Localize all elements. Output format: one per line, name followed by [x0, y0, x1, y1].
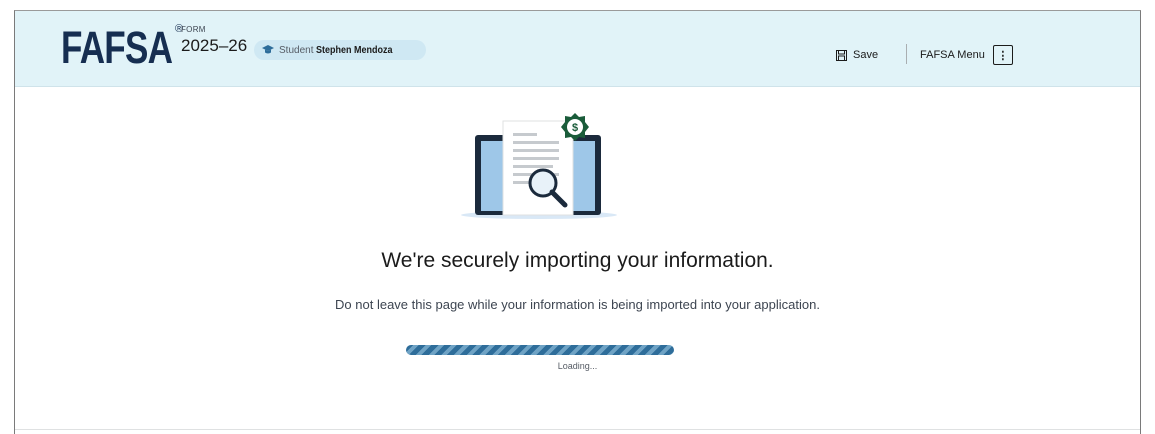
save-label: Save: [853, 49, 879, 61]
save-button[interactable]: Save: [836, 47, 878, 63]
vertical-dots-icon: ⋮: [992, 45, 1013, 65]
content-divider: [15, 429, 1140, 430]
app-frame: FAFSA ® FORM 2025–26 Student Stephen Men…: [14, 10, 1141, 434]
fafsa-menu-button[interactable]: FAFSA Menu ⋮: [920, 44, 1013, 66]
page-subtitle: Do not leave this page while your inform…: [335, 297, 820, 312]
save-icon: [836, 49, 847, 61]
laptop-document-magnifier-dollar-illustration: $: [461, 113, 617, 219]
student-name: Stephen Mendoza: [316, 44, 393, 56]
form-year: 2025–26: [181, 36, 248, 55]
student-badge: Student Stephen Mendoza: [254, 40, 426, 60]
form-label: FORM: [181, 25, 206, 34]
fafsa-menu-label: FAFSA Menu: [920, 49, 985, 61]
loading-label: Loading...: [557, 361, 598, 371]
site-header: FAFSA ® FORM 2025–26 Student Stephen Men…: [15, 11, 1140, 87]
student-role: Student: [279, 44, 314, 56]
header-divider: [906, 44, 907, 64]
page-title: We're securely importing your informatio…: [381, 249, 774, 272]
graduation-cap-icon: [262, 44, 274, 56]
svg-text:$: $: [572, 122, 578, 134]
import-progress-bar: [406, 345, 674, 355]
fafsa-logo[interactable]: FAFSA: [61, 17, 173, 79]
progress-fill: [406, 345, 674, 355]
